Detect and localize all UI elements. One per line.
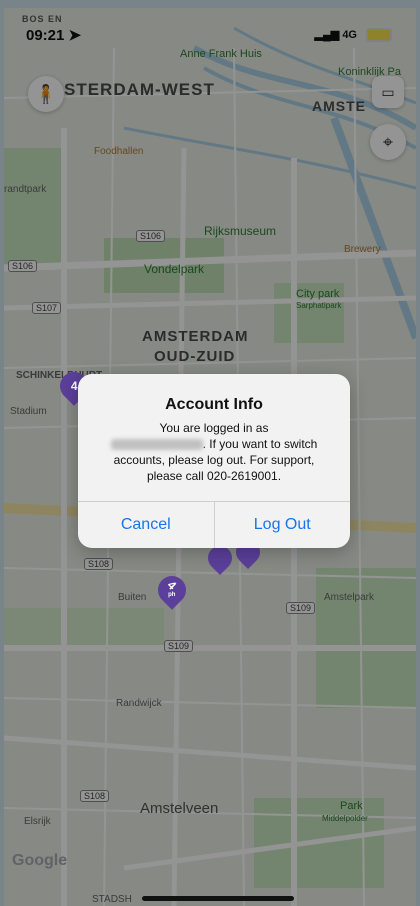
alert-message-line1: You are logged in as [159, 421, 269, 435]
marker-count: 4 [164, 577, 180, 593]
log-out-button[interactable]: Log Out [213, 502, 351, 548]
app-screen: STERDAM-WEST AMSTE Anne Frank Huis Konin… [0, 0, 420, 906]
alert-message: You are logged in as . If you want to sw… [96, 420, 332, 484]
redacted-email [110, 439, 203, 451]
home-indicator[interactable] [142, 896, 294, 901]
marker-count: 4 [70, 379, 78, 393]
google-logo: Google [12, 852, 68, 869]
cancel-button[interactable]: Cancel [78, 502, 214, 548]
alert-title: Account Info [165, 396, 263, 413]
account-info-alert: Account Info You are logged in as . If y… [78, 374, 350, 548]
alert-actions: Cancel Log Out [78, 501, 350, 548]
